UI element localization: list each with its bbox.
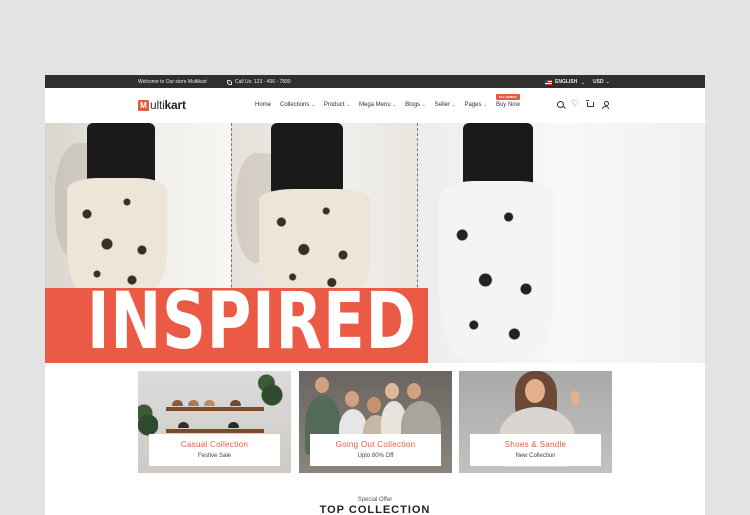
top-bar: Welcome to Our store Multikart Call Us: …	[45, 75, 705, 88]
nav-buy-now[interactable]: ALL DEMOS Buy Now	[495, 94, 520, 108]
floral-skirt	[439, 181, 555, 361]
collection-subtitle: Festive Sale	[197, 453, 231, 459]
header-icons	[557, 98, 609, 109]
user-icon[interactable]	[602, 101, 609, 109]
section-title: TOP COLLECTION	[319, 504, 431, 515]
person-image	[345, 391, 359, 407]
nav-label: Collections	[280, 102, 310, 108]
person-image	[385, 383, 399, 399]
nav-label: Buy Now	[495, 102, 520, 108]
hero-headline: INSPIRED	[87, 277, 417, 363]
collection-title: Casual Collection	[180, 440, 249, 449]
shoe-image	[228, 422, 239, 428]
welcome-text: Welcome to Our store Multikart	[138, 79, 207, 85]
logo[interactable]: M ultikart	[138, 98, 186, 112]
black-top	[87, 123, 155, 185]
search-icon[interactable]	[557, 101, 564, 108]
call-text: Call Us: 123 - 456 - 7890	[235, 79, 291, 85]
main-header: M ultikart Home Collections ⌄ Product ⌄ …	[45, 88, 705, 123]
collection-label: Shoes & Sandle New Collection	[470, 434, 601, 466]
shoe-shelf	[166, 429, 264, 433]
main-nav: Home Collections ⌄ Product ⌄ Mega Menu ⌄…	[255, 94, 520, 108]
nav-seller[interactable]: Seller ⌄	[435, 102, 456, 108]
shoe-shelf	[166, 407, 264, 411]
currency-selector[interactable]: USD ⌄	[593, 79, 609, 85]
us-flag-icon	[545, 79, 552, 85]
nav-mega-menu[interactable]: Mega Menu ⌄	[359, 102, 396, 108]
cart-icon[interactable]	[586, 100, 594, 107]
shoe-image	[188, 400, 199, 406]
collection-subtitle: New Collection	[515, 453, 556, 459]
nav-collections[interactable]: Collections ⌄	[280, 102, 315, 108]
nav-label: Blogs	[405, 102, 421, 108]
logo-text: ultikart	[150, 98, 186, 112]
nav-blogs[interactable]: Blogs ⌄	[405, 102, 425, 108]
language-label: ENGLISH	[555, 79, 578, 85]
section-kicker: Special Offer	[357, 497, 393, 503]
all-demos-badge: ALL DEMOS	[495, 94, 520, 100]
chevron-down-icon: ⌄	[450, 102, 456, 107]
currency-label: USD	[593, 79, 604, 85]
heart-icon[interactable]	[571, 98, 579, 109]
hero-photo-panel	[417, 123, 705, 363]
shoe-image	[178, 422, 189, 428]
plant-image	[258, 371, 286, 411]
nav-pages[interactable]: Pages ⌄	[464, 102, 486, 108]
hero-banner[interactable]: INSPIRED	[45, 123, 705, 363]
collection-banners: Casual Collection Festive Sale Going Out…	[138, 371, 612, 473]
person-image	[367, 397, 381, 413]
chevron-down-icon: ⌄	[345, 102, 350, 107]
chevron-down-icon: ⌄	[391, 102, 397, 107]
nav-home[interactable]: Home	[255, 102, 271, 108]
nav-label: Home	[255, 102, 272, 108]
chevron-down-icon: ⌄	[605, 79, 610, 84]
nav-label: Mega Menu	[359, 102, 391, 108]
collection-subtitle: Upto 80% Off	[357, 453, 394, 459]
call-info: Call Us: 123 - 456 - 7890	[227, 79, 291, 85]
logo-text-bold: kart	[164, 98, 186, 112]
browser-page: Welcome to Our store Multikart Call Us: …	[45, 75, 705, 515]
nav-label: Seller	[434, 102, 450, 108]
logo-mark: M	[138, 99, 149, 111]
peace-sign-hand	[571, 391, 579, 405]
nav-product[interactable]: Product ⌄	[324, 102, 350, 108]
person-image	[525, 379, 545, 403]
person-image	[407, 383, 421, 399]
chevron-down-icon: ⌄	[310, 102, 315, 107]
collection-card-going-out[interactable]: Going Out Collection Upto 80% Off	[299, 371, 452, 473]
shoe-image	[204, 400, 215, 406]
collection-card-casual[interactable]: Casual Collection Festive Sale	[138, 371, 291, 473]
shoe-image	[172, 400, 183, 406]
collection-title: Shoes & Sandle	[504, 440, 567, 449]
nav-label: Product	[323, 102, 345, 108]
collection-label: Going Out Collection Upto 80% Off	[310, 434, 441, 466]
nav-label: Pages	[464, 102, 482, 108]
language-selector[interactable]: ENGLISH ⌄	[545, 79, 585, 85]
black-top	[463, 123, 533, 187]
chevron-down-icon: ⌄	[421, 102, 426, 107]
chevron-down-icon: ⌄	[581, 79, 585, 85]
shoe-image	[230, 400, 241, 406]
logo-text-light: ulti	[150, 98, 165, 112]
phone-icon	[227, 79, 232, 85]
collection-label: Casual Collection Festive Sale	[149, 434, 280, 466]
collection-card-shoes[interactable]: Shoes & Sandle New Collection	[459, 371, 612, 473]
chevron-down-icon: ⌄	[482, 102, 487, 107]
collection-title: Going Out Collection	[335, 440, 416, 449]
black-top	[271, 123, 343, 193]
person-image	[315, 377, 329, 393]
